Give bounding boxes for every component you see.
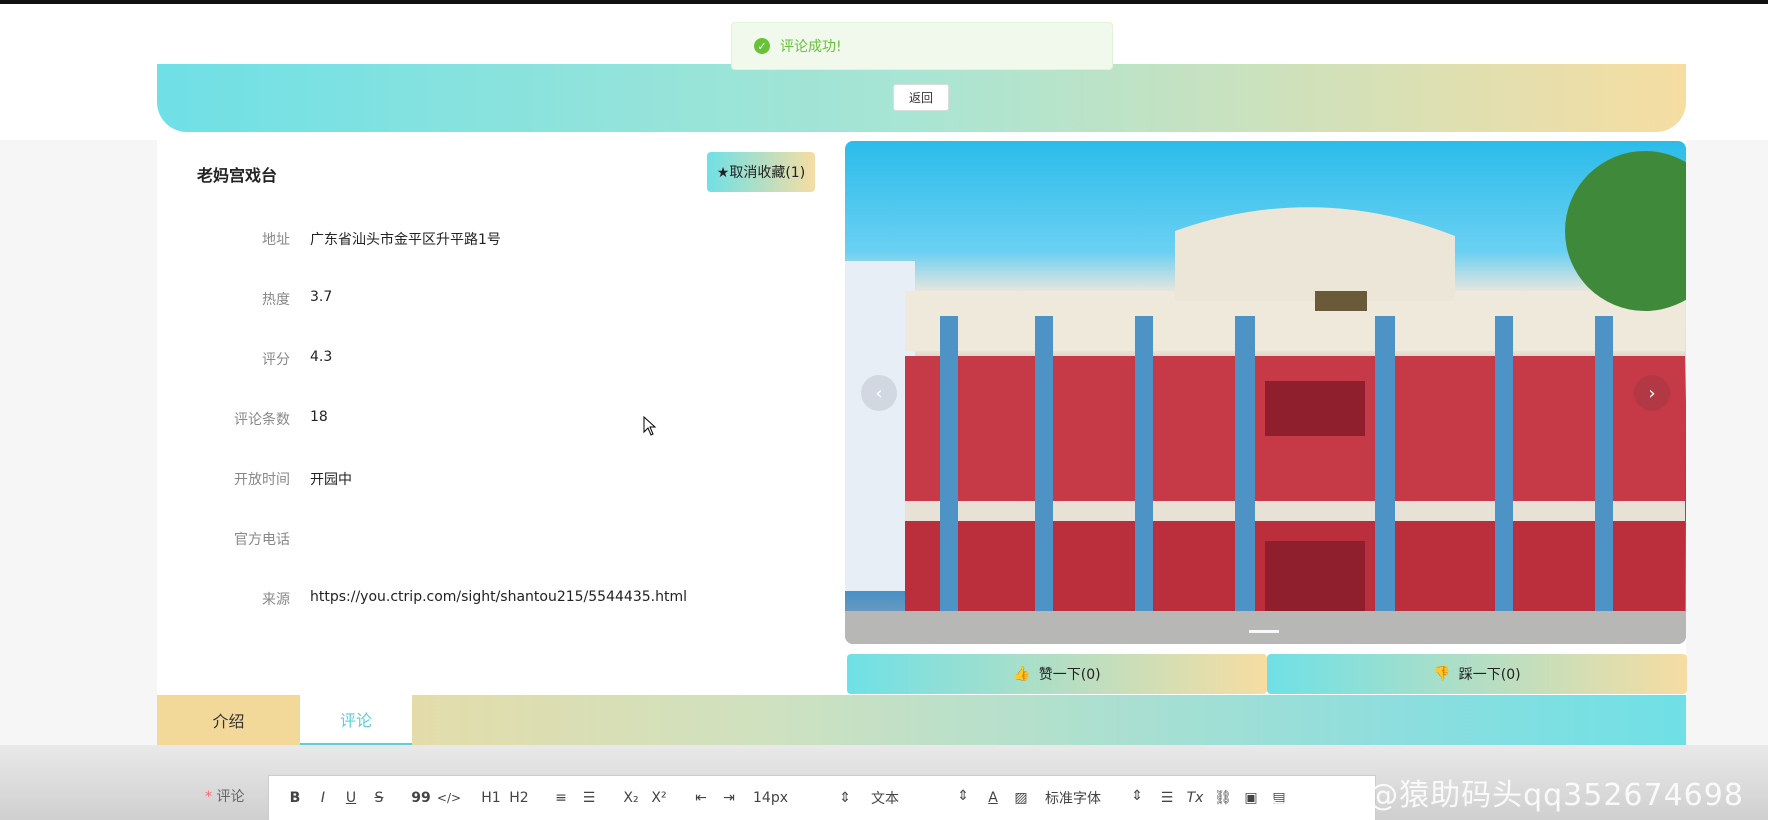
field-label-heat: 热度 <box>262 292 290 308</box>
carousel-next-arrow[interactable]: › <box>1634 375 1670 411</box>
font-family-value: 标准字体 <box>1045 791 1101 807</box>
thumbs-down-icon: 👎 <box>1433 666 1451 682</box>
tab-intro[interactable]: 介绍 <box>157 695 300 745</box>
bullet-list-button[interactable]: ☰ <box>575 790 603 806</box>
comment-field-label: * 评论 <box>205 786 244 806</box>
h2-button[interactable]: H2 <box>505 790 533 806</box>
italic-button[interactable]: I <box>309 790 337 806</box>
superscript-button[interactable]: X² <box>645 790 673 806</box>
building-photo <box>845 151 1686 644</box>
watermark: CSDN @猿助码头qq352674698 <box>1268 778 1744 813</box>
dislike-button[interactable]: 👎 踩一下(0) <box>1267 654 1687 694</box>
quote-button[interactable]: 99 <box>407 790 435 806</box>
field-value-source[interactable]: https://you.ctrip.com/sight/shantou215/5… <box>310 589 687 605</box>
font-color-button[interactable]: A <box>979 790 1007 806</box>
ordered-list-button[interactable]: ≡ <box>547 790 575 806</box>
mouse-cursor-icon <box>643 416 657 436</box>
h1-button[interactable]: H1 <box>477 790 505 806</box>
thumbs-up-icon: 👍 <box>1013 666 1031 682</box>
carousel-indicator[interactable] <box>1249 630 1279 633</box>
field-label-address: 地址 <box>262 232 290 248</box>
check-circle-icon: ✓ <box>754 38 770 54</box>
select-arrows-icon: ⇕ <box>839 790 851 806</box>
strike-button[interactable]: S <box>365 790 393 806</box>
field-value-heat: 3.7 <box>310 289 333 305</box>
header-select[interactable]: 文本 ⇕ <box>871 788 969 808</box>
required-mark: * <box>205 789 212 805</box>
code-button[interactable]: </> <box>435 791 463 805</box>
underline-button[interactable]: U <box>337 790 365 806</box>
font-size-value: 14px <box>753 790 788 806</box>
font-size-select[interactable]: 14px ⇕ <box>753 790 851 806</box>
header-select-value: 文本 <box>871 791 899 807</box>
field-value-open-time: 开园中 <box>310 472 352 488</box>
align-icon[interactable]: ☰ <box>1153 790 1181 806</box>
success-toast: ✓ 评论成功! <box>731 22 1113 70</box>
select-arrows-icon: ⇕ <box>1131 788 1143 804</box>
bold-button[interactable]: B <box>281 790 309 806</box>
field-label-rating: 评分 <box>262 352 290 368</box>
like-button[interactable]: 👍 赞一下(0) <box>847 654 1267 694</box>
image-carousel[interactable] <box>845 141 1686 644</box>
toast-message: 评论成功! <box>780 39 842 55</box>
image-icon[interactable]: ▣ <box>1237 790 1265 806</box>
outdent-button[interactable]: ⇤ <box>687 790 715 806</box>
field-value-comment-count: 18 <box>310 409 328 425</box>
background-color-icon[interactable]: ▨ <box>1007 790 1035 806</box>
rich-text-toolbar: B I U S 99 </> H1 H2 ≡ ☰ X₂ X² ⇤ ⇥ 14px … <box>268 775 1376 820</box>
link-icon[interactable]: ⛓ <box>1209 790 1237 806</box>
field-label-open-time: 开放时间 <box>234 472 290 488</box>
field-label-phone: 官方电话 <box>234 532 290 548</box>
tab-comment[interactable]: 评论 <box>300 695 412 745</box>
back-button[interactable]: 返回 <box>893 84 949 111</box>
indent-button[interactable]: ⇥ <box>715 790 743 806</box>
subscript-button[interactable]: X₂ <box>617 790 645 806</box>
field-value-rating: 4.3 <box>310 349 333 365</box>
carousel-prev-arrow[interactable]: ‹ <box>861 375 897 411</box>
like-label: 赞一下(0) <box>1038 667 1101 683</box>
font-family-select[interactable]: 标准字体 ⇕ <box>1045 788 1143 808</box>
field-label-source: 来源 <box>262 592 290 608</box>
field-value-address: 广东省汕头市金平区升平路1号 <box>310 232 501 248</box>
select-arrows-icon: ⇕ <box>957 788 969 804</box>
dislike-label: 踩一下(0) <box>1458 667 1521 683</box>
clean-format-button[interactable]: Tx <box>1181 790 1209 806</box>
field-label-comment-count: 评论条数 <box>234 412 290 428</box>
page-title: 老妈宫戏台 <box>197 166 278 185</box>
comment-label-text: 评论 <box>216 789 245 805</box>
cancel-favorite-button[interactable]: ★取消收藏(1) <box>707 152 815 192</box>
